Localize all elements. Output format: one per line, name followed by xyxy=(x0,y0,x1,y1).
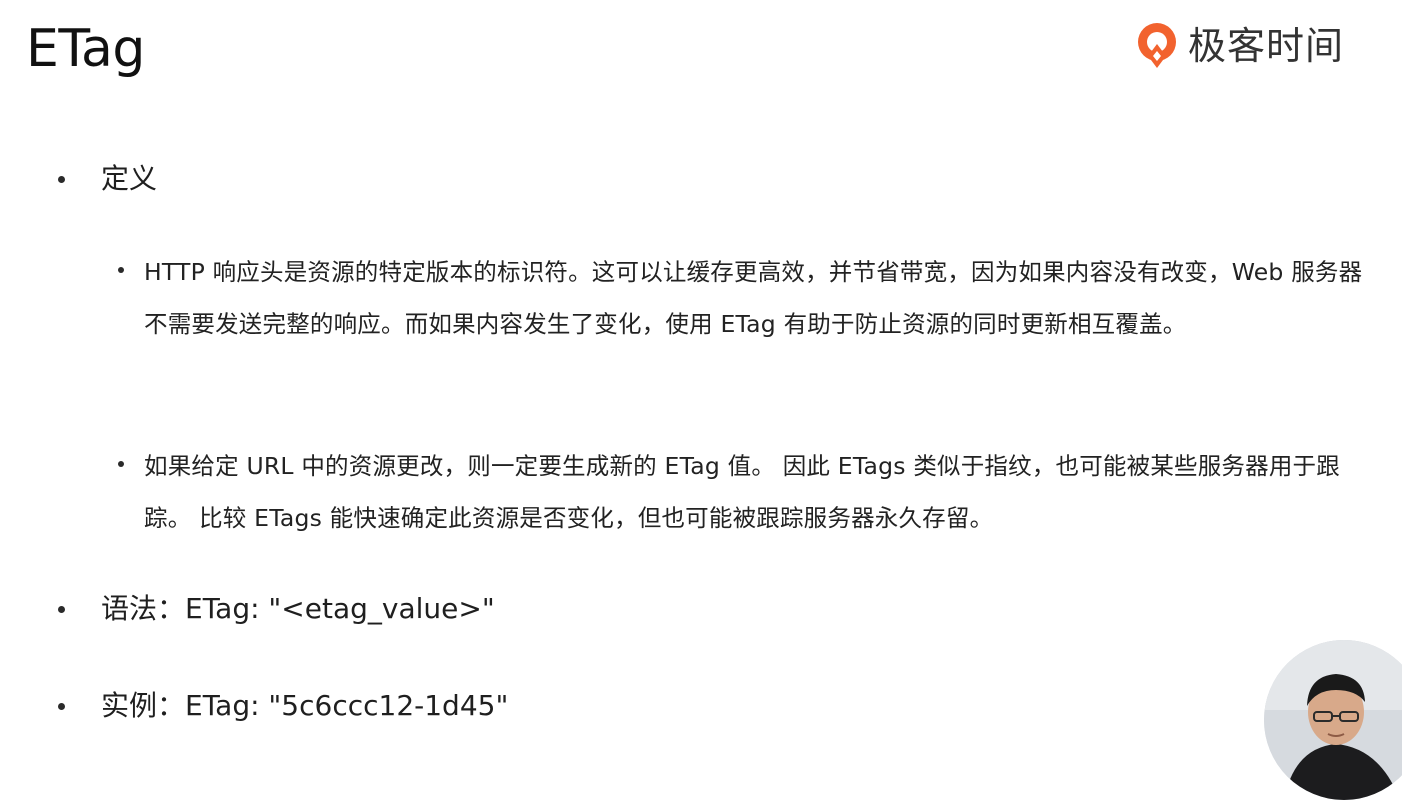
definition-label: 定义 xyxy=(101,162,158,195)
bullet-dot xyxy=(58,176,65,183)
definition-item-text: HTTP 响应头是资源的特定版本的标识符。这可以让缓存更高效，并节省带宽，因为如… xyxy=(144,258,1363,338)
geektime-logo-icon xyxy=(1138,23,1176,68)
sub-bullet-dot xyxy=(118,461,124,467)
slide-title: ETag xyxy=(26,19,145,79)
definition-item-text: 如果给定 URL 中的资源更改，则一定要生成新的 ETag 值。 因此 ETag… xyxy=(144,452,1340,532)
presenter-webcam-avatar xyxy=(1264,640,1402,800)
definition-item-1: HTTP 响应头是资源的特定版本的标识符。这可以让缓存更高效，并节省带宽，因为如… xyxy=(0,246,1380,350)
bullet-dot xyxy=(58,606,65,613)
bullet-syntax: 语法：ETag: "<etag_value>" xyxy=(0,587,495,631)
bullet-definition: 定义 xyxy=(0,157,157,201)
sub-bullet-dot xyxy=(118,267,124,273)
syntax-text: 语法：ETag: "<etag_value>" xyxy=(101,592,495,625)
example-text: 实例：ETag: "5c6ccc12-1d45" xyxy=(101,689,509,722)
definition-item-2: 如果给定 URL 中的资源更改，则一定要生成新的 ETag 值。 因此 ETag… xyxy=(0,440,1380,544)
bullet-dot xyxy=(58,703,65,710)
brand-logo: 极客时间 xyxy=(1134,18,1344,74)
bullet-example: 实例：ETag: "5c6ccc12-1d45" xyxy=(0,684,508,728)
logo-text: 极客时间 xyxy=(1188,24,1345,68)
presenter-webcam xyxy=(1264,640,1402,800)
